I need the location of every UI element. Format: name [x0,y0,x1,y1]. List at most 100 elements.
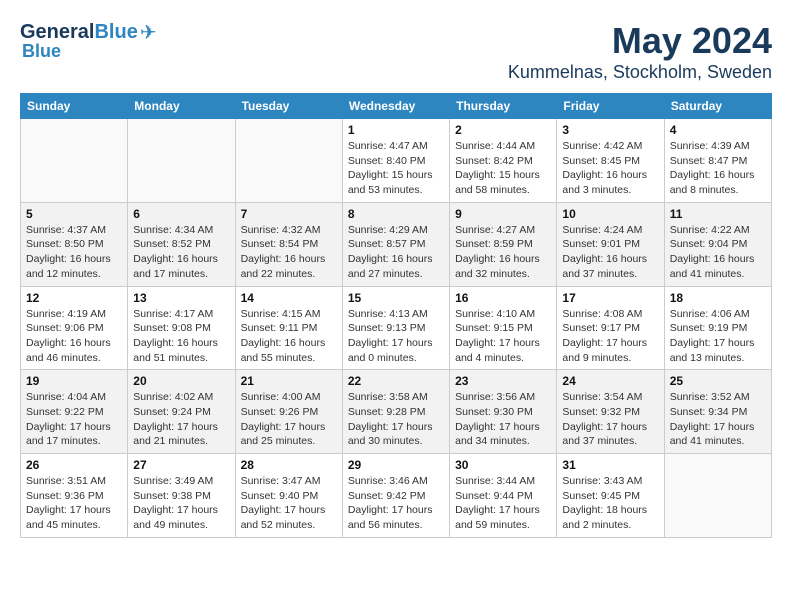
day-number: 8 [348,207,444,221]
day-number: 1 [348,123,444,137]
day-number: 16 [455,291,551,305]
day-number: 26 [26,458,122,472]
day-number: 10 [562,207,658,221]
calendar-subtitle: Kummelnas, Stockholm, Sweden [508,62,772,83]
day-number: 19 [26,374,122,388]
day-cell: 5 Sunrise: 4:37 AM Sunset: 8:50 PM Daylig… [21,202,128,286]
day-cell: 7 Sunrise: 4:32 AM Sunset: 8:54 PM Daylig… [235,202,342,286]
day-cell: 23 Sunrise: 3:56 AM Sunset: 9:30 PM Dayli… [450,370,557,454]
day-number: 13 [133,291,229,305]
day-number: 4 [670,123,766,137]
logo-blue: Blue [22,41,157,62]
day-cell: 24 Sunrise: 3:54 AM Sunset: 9:32 PM Dayli… [557,370,664,454]
weekday-header-friday: Friday [557,94,664,119]
week-row-1: 1 Sunrise: 4:47 AM Sunset: 8:40 PM Daylig… [21,119,772,203]
day-cell: 2 Sunrise: 4:44 AM Sunset: 8:42 PM Daylig… [450,119,557,203]
day-detail: Sunrise: 4:47 AM Sunset: 8:40 PM Dayligh… [348,139,444,198]
day-cell: 6 Sunrise: 4:34 AM Sunset: 8:52 PM Daylig… [128,202,235,286]
day-number: 21 [241,374,337,388]
day-cell: 12 Sunrise: 4:19 AM Sunset: 9:06 PM Dayli… [21,286,128,370]
day-cell: 4Sunrise: 4:39 AM Sunset: 8:47 PM Daylig… [664,119,771,203]
week-row-2: 5 Sunrise: 4:37 AM Sunset: 8:50 PM Daylig… [21,202,772,286]
day-number: 12 [26,291,122,305]
day-detail: Sunrise: 4:19 AM Sunset: 9:06 PM Dayligh… [26,307,122,366]
day-detail: Sunrise: 3:44 AM Sunset: 9:44 PM Dayligh… [455,474,551,533]
day-detail: Sunrise: 4:22 AM Sunset: 9:04 PM Dayligh… [670,223,766,282]
day-cell [664,454,771,538]
day-number: 2 [455,123,551,137]
day-cell: 30Sunrise: 3:44 AM Sunset: 9:44 PM Dayli… [450,454,557,538]
day-cell: 9Sunrise: 4:27 AM Sunset: 8:59 PM Daylig… [450,202,557,286]
day-number: 22 [348,374,444,388]
day-cell: 15 Sunrise: 4:13 AM Sunset: 9:13 PM Dayli… [342,286,449,370]
day-detail: Sunrise: 4:42 AM Sunset: 8:45 PM Dayligh… [562,139,658,198]
day-number: 5 [26,207,122,221]
day-number: 24 [562,374,658,388]
header: GeneralBlue ✈ Blue May 2024 Kummelnas, S… [20,20,772,83]
day-cell: 19Sunrise: 4:04 AM Sunset: 9:22 PM Dayli… [21,370,128,454]
day-cell: 13 Sunrise: 4:17 AM Sunset: 9:08 PM Dayli… [128,286,235,370]
day-detail: Sunrise: 4:06 AM Sunset: 9:19 PM Dayligh… [670,307,766,366]
calendar-title: May 2024 [508,20,772,62]
week-row-5: 26 Sunrise: 3:51 AM Sunset: 9:36 PM Dayli… [21,454,772,538]
day-number: 25 [670,374,766,388]
day-detail: Sunrise: 3:49 AM Sunset: 9:38 PM Dayligh… [133,474,229,533]
day-detail: Sunrise: 3:47 AM Sunset: 9:40 PM Dayligh… [241,474,337,533]
day-number: 28 [241,458,337,472]
day-number: 27 [133,458,229,472]
day-detail: Sunrise: 4:32 AM Sunset: 8:54 PM Dayligh… [241,223,337,282]
day-detail: Sunrise: 3:46 AM Sunset: 9:42 PM Dayligh… [348,474,444,533]
day-cell: 3 Sunrise: 4:42 AM Sunset: 8:45 PM Daylig… [557,119,664,203]
day-number: 7 [241,207,337,221]
day-cell: 14Sunrise: 4:15 AM Sunset: 9:11 PM Dayli… [235,286,342,370]
bird-icon: ✈ [140,20,157,45]
week-row-3: 12 Sunrise: 4:19 AM Sunset: 9:06 PM Dayli… [21,286,772,370]
logo: GeneralBlue ✈ Blue [20,20,157,62]
day-number: 3 [562,123,658,137]
page: GeneralBlue ✈ Blue May 2024 Kummelnas, S… [0,0,792,558]
day-detail: Sunrise: 4:17 AM Sunset: 9:08 PM Dayligh… [133,307,229,366]
day-detail: Sunrise: 4:08 AM Sunset: 9:17 PM Dayligh… [562,307,658,366]
weekday-header-thursday: Thursday [450,94,557,119]
day-detail: Sunrise: 4:02 AM Sunset: 9:24 PM Dayligh… [133,390,229,449]
day-detail: Sunrise: 3:52 AM Sunset: 9:34 PM Dayligh… [670,390,766,449]
day-cell: 31Sunrise: 3:43 AM Sunset: 9:45 PM Dayli… [557,454,664,538]
day-number: 23 [455,374,551,388]
day-number: 29 [348,458,444,472]
day-detail: Sunrise: 3:43 AM Sunset: 9:45 PM Dayligh… [562,474,658,533]
week-row-4: 19Sunrise: 4:04 AM Sunset: 9:22 PM Dayli… [21,370,772,454]
day-detail: Sunrise: 3:56 AM Sunset: 9:30 PM Dayligh… [455,390,551,449]
day-number: 18 [670,291,766,305]
day-cell: 22 Sunrise: 3:58 AM Sunset: 9:28 PM Dayli… [342,370,449,454]
title-block: May 2024 Kummelnas, Stockholm, Sweden [508,20,772,83]
day-cell [235,119,342,203]
day-detail: Sunrise: 3:51 AM Sunset: 9:36 PM Dayligh… [26,474,122,533]
day-number: 9 [455,207,551,221]
day-cell: 25 Sunrise: 3:52 AM Sunset: 9:34 PM Dayli… [664,370,771,454]
weekday-header-row: SundayMondayTuesdayWednesdayThursdayFrid… [21,94,772,119]
day-cell: 16Sunrise: 4:10 AM Sunset: 9:15 PM Dayli… [450,286,557,370]
day-detail: Sunrise: 3:58 AM Sunset: 9:28 PM Dayligh… [348,390,444,449]
day-detail: Sunrise: 4:24 AM Sunset: 9:01 PM Dayligh… [562,223,658,282]
day-cell: 20Sunrise: 4:02 AM Sunset: 9:24 PM Dayli… [128,370,235,454]
day-cell: 8Sunrise: 4:29 AM Sunset: 8:57 PM Daylig… [342,202,449,286]
day-cell: 10 Sunrise: 4:24 AM Sunset: 9:01 PM Dayli… [557,202,664,286]
day-cell: 17 Sunrise: 4:08 AM Sunset: 9:17 PM Dayli… [557,286,664,370]
day-cell: 18 Sunrise: 4:06 AM Sunset: 9:19 PM Dayli… [664,286,771,370]
day-number: 15 [348,291,444,305]
weekday-header-monday: Monday [128,94,235,119]
day-detail: Sunrise: 4:00 AM Sunset: 9:26 PM Dayligh… [241,390,337,449]
day-cell: 29 Sunrise: 3:46 AM Sunset: 9:42 PM Dayli… [342,454,449,538]
day-detail: Sunrise: 4:37 AM Sunset: 8:50 PM Dayligh… [26,223,122,282]
day-cell: 27 Sunrise: 3:49 AM Sunset: 9:38 PM Dayli… [128,454,235,538]
day-cell: 21 Sunrise: 4:00 AM Sunset: 9:26 PM Dayli… [235,370,342,454]
weekday-header-sunday: Sunday [21,94,128,119]
day-cell: 1 Sunrise: 4:47 AM Sunset: 8:40 PM Daylig… [342,119,449,203]
day-detail: Sunrise: 4:34 AM Sunset: 8:52 PM Dayligh… [133,223,229,282]
day-number: 6 [133,207,229,221]
day-detail: Sunrise: 3:54 AM Sunset: 9:32 PM Dayligh… [562,390,658,449]
day-number: 17 [562,291,658,305]
day-detail: Sunrise: 4:13 AM Sunset: 9:13 PM Dayligh… [348,307,444,366]
day-detail: Sunrise: 4:44 AM Sunset: 8:42 PM Dayligh… [455,139,551,198]
day-cell: 26 Sunrise: 3:51 AM Sunset: 9:36 PM Dayli… [21,454,128,538]
